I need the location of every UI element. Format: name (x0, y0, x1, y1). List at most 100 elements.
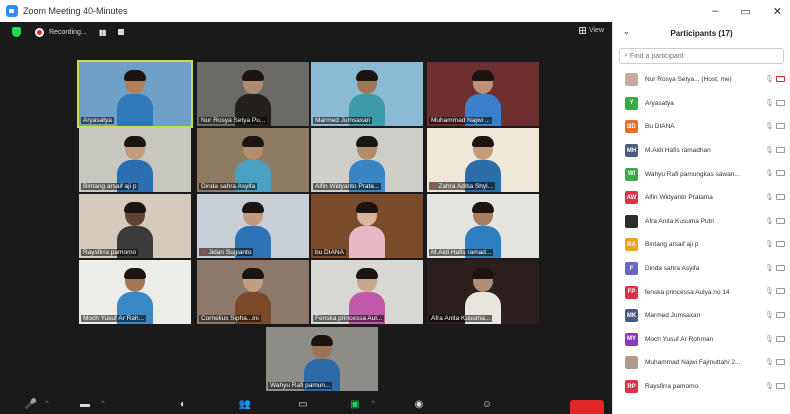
video-tile[interactable]: Muhammad Najwi ... (427, 62, 539, 126)
mic-status-icon[interactable]: 🎙 (765, 217, 774, 225)
participant-row[interactable]: F Dinda sahra Asyifa 🎙 (613, 257, 790, 281)
participant-row[interactable]: MH M.Aldi Hafis ramadhan 🎙 (613, 139, 790, 163)
participant-row[interactable]: MK Marmed Jumsaxan 🎙 (613, 304, 790, 328)
minimize-button[interactable]: – (712, 5, 718, 17)
camera-status-icon[interactable] (776, 241, 785, 248)
camera-status-icon[interactable] (776, 170, 785, 177)
mic-status-icon[interactable]: 🎙 (765, 122, 774, 130)
camera-status-icon[interactable] (776, 99, 785, 106)
close-button[interactable]: ✕ (773, 5, 782, 18)
tile-name-text: M.Aldi Hafis ramad... (431, 249, 492, 256)
window-title: Zoom Meeting 40-Minutes (23, 6, 128, 16)
video-camera-icon[interactable]: ▬ (78, 397, 92, 411)
maximize-button[interactable]: ▭ (740, 5, 750, 18)
avatar: F (625, 262, 638, 276)
participant-search-input[interactable] (629, 52, 770, 60)
reactions-icon[interactable]: ☺ (480, 397, 494, 411)
video-tile[interactable]: Alfin Widyanto Prata... (311, 128, 423, 192)
end-meeting-button[interactable] (570, 400, 604, 414)
tile-name-text: Moch Yusuf Ar Rah... (83, 315, 144, 322)
video-tile[interactable]: Moch Yusuf Ar Rah... (79, 260, 191, 324)
participant-row[interactable]: Muhammad Najwi Fajmuttah/ 2... 🎙 (613, 351, 790, 375)
participant-row[interactable]: AW Alfin Widyanto Pratama 🎙 (613, 186, 790, 210)
security-shield-icon[interactable] (12, 27, 21, 37)
tile-name-label: Dinda sahra Asyifa (199, 183, 258, 190)
camera-status-icon[interactable] (776, 264, 785, 271)
pause-recording-icon[interactable]: ▮▮ (99, 28, 107, 37)
participant-search[interactable]: ⌕ (619, 48, 784, 64)
video-tile[interactable]: Marmed Jumsaxan (311, 62, 423, 126)
video-options-caret-icon[interactable]: ^ (96, 397, 110, 411)
share-screen-icon[interactable]: ▣ (348, 397, 362, 411)
camera-status-icon[interactable] (776, 382, 785, 389)
video-tile[interactable]: Dinda sahra Asyifa (197, 128, 309, 192)
mic-status-icon[interactable]: 🎙 (765, 382, 774, 390)
mic-status-icon[interactable]: 🎙 (765, 146, 774, 154)
audio-options-caret-icon[interactable]: ^ (40, 397, 54, 411)
camera-status-icon[interactable] (776, 359, 785, 366)
participant-row[interactable]: WI Wahyu Rafi pamungkas sawan... 🎙 (613, 162, 790, 186)
tile-name-label: Wahyu Rafi pamun... (268, 382, 333, 389)
camera-status-icon[interactable] (776, 311, 785, 318)
mic-status-icon[interactable]: 🎙 (765, 99, 774, 107)
participant-row[interactable]: FP fenska princessa Aulya no 14 🎙 (613, 280, 790, 304)
video-tile[interactable]: Fenska princessa Aul... (311, 260, 423, 324)
mic-status-icon[interactable]: 🎙 (765, 335, 774, 343)
tile-name-text: Dinda sahra Asyifa (201, 183, 256, 190)
participant-row[interactable]: BD Bu DIANA 🎙 (613, 115, 790, 139)
security-icon[interactable]: ◐ (176, 397, 190, 411)
muted-mic-icon: ✕ (201, 249, 207, 256)
video-tile[interactable]: Wahyu Rafi pamun... (266, 327, 378, 391)
video-tile[interactable]: Aryasatya (77, 60, 193, 128)
share-options-caret-icon[interactable]: ^ (366, 397, 380, 411)
participant-row[interactable]: BA Bintang arsaif aji p 🎙 (613, 233, 790, 257)
avatar: BD (625, 120, 638, 134)
stop-recording-icon[interactable] (117, 29, 124, 35)
mic-status-icon[interactable]: 🎙 (765, 287, 774, 295)
camera-status-icon[interactable] (776, 123, 785, 130)
participants-icon[interactable]: 👥 (238, 397, 252, 411)
mic-status-icon[interactable]: 🎙 (765, 193, 774, 201)
video-tile[interactable]: M.Aldi Hafis ramad... (427, 194, 539, 258)
mic-status-icon[interactable]: 🎙 (765, 169, 774, 177)
camera-status-icon[interactable] (776, 288, 785, 295)
microphone-icon[interactable]: 🎤 (24, 397, 38, 411)
participant-row[interactable]: Afra Anita Kusuma Putri 🎙 (613, 210, 790, 234)
collapse-chevron-icon[interactable]: ⌄ (623, 27, 630, 36)
tile-name-text: Marmed Jumsaxan (315, 117, 371, 124)
search-icon: ⌕ (624, 52, 628, 59)
participant-row[interactable]: RP Raysfirra pamomo 🎙 (613, 375, 790, 399)
video-tile[interactable]: Cornelius Sipha...ini (197, 260, 309, 324)
mic-status-icon[interactable]: 🎙 (765, 240, 774, 248)
mic-status-icon[interactable]: 🎙 (765, 311, 774, 319)
meeting-topbar: Recording... ▮▮ View (0, 22, 612, 42)
video-tile[interactable]: bu DIANA (311, 194, 423, 258)
video-tile[interactable]: Bintang arsaif aji p (79, 128, 191, 192)
tile-name-text: Muhammad Najwi ... (431, 117, 491, 124)
tile-name-text: Jidan Sugianto (208, 249, 252, 256)
video-tile[interactable]: ✕ Jidan Sugianto (197, 194, 309, 258)
camera-status-icon[interactable] (776, 146, 785, 153)
mic-status-icon[interactable]: 🎙 (765, 358, 774, 366)
tile-name-label: Alfin Widyanto Prata... (313, 183, 382, 190)
tile-name-label: Nur Rosya Setya Pu... (199, 117, 268, 124)
video-tile[interactable]: Nur Rosya Setya Pu... (197, 62, 309, 126)
chat-icon[interactable]: ▭ (296, 397, 310, 411)
participant-name: Bintang arsaif aji p (645, 241, 699, 249)
participant-row[interactable]: Y Aryasatya 🎙 (613, 92, 790, 116)
avatar (625, 356, 638, 370)
video-tile[interactable]: Raysfirra pamomo (79, 194, 191, 258)
camera-status-icon[interactable] (776, 76, 785, 82)
video-tile[interactable]: Afra Anita Kusuma... (427, 260, 539, 324)
video-tile[interactable]: ✕ Zahra Aditia Shyl... (427, 128, 539, 192)
view-button[interactable]: View (578, 27, 604, 34)
record-icon[interactable]: ◉ (412, 397, 426, 411)
avatar: WI (625, 167, 638, 181)
mic-status-icon[interactable]: 🎙 (765, 75, 774, 83)
camera-status-icon[interactable] (776, 193, 785, 200)
camera-status-icon[interactable] (776, 217, 785, 224)
participant-row[interactable]: Nur Rosya Setya... (Host, me) 🎙 (613, 68, 790, 92)
camera-status-icon[interactable] (776, 335, 785, 342)
mic-status-icon[interactable]: 🎙 (765, 264, 774, 272)
participant-row[interactable]: MY Moch Yusuf Ar Rohman 🎙 (613, 328, 790, 352)
